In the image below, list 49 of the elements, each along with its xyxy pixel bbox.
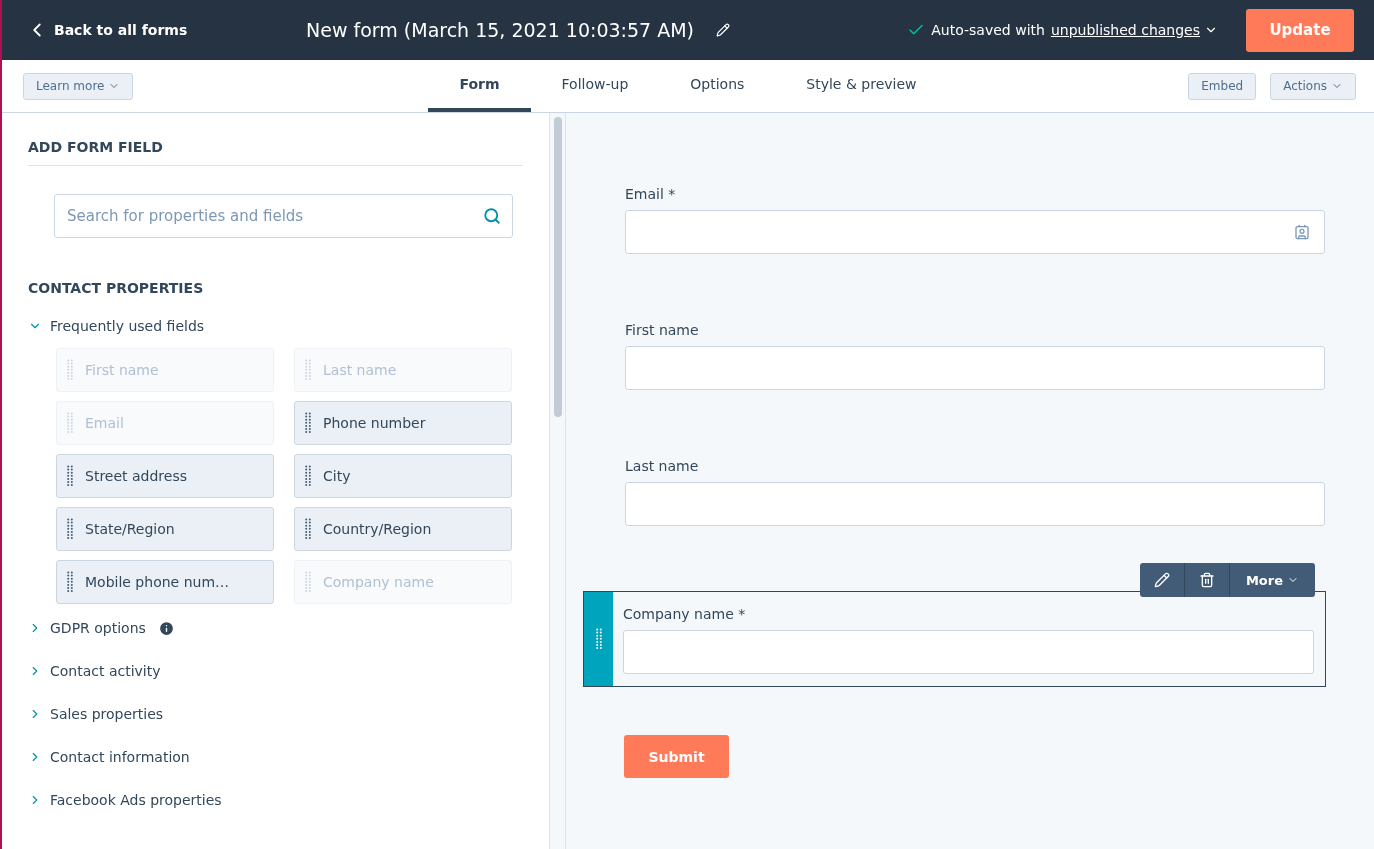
drag-handle-icon[interactable] [305,518,311,540]
scrollbar-thumb[interactable] [554,117,562,417]
section-heading: CONTACT PROPERTIES [28,280,205,296]
input-field[interactable] [625,482,1325,526]
input-field[interactable] [625,346,1325,390]
drag-dots-icon[interactable] [595,628,602,650]
field-label: Last name [625,458,700,474]
drag-handle-icon[interactable] [67,465,73,487]
property-chip[interactable]: Country/Region [294,507,512,551]
save-status: Auto-saved with [931,22,1045,38]
drag-handle-icon[interactable] [305,412,311,434]
learn-more-button[interactable]: Learn more [23,72,134,100]
field-label: Company name * [623,606,747,622]
unpublished-changes-link[interactable]: unpublished changes [1050,22,1218,38]
back-link[interactable]: Back to all forms [26,19,306,41]
drag-handle-icon[interactable] [305,465,311,487]
field-label: Email * [625,186,677,202]
trash-icon [1198,572,1215,588]
search-icon[interactable] [483,207,501,225]
drag-handle[interactable] [584,592,613,686]
field-label: First name [625,322,700,338]
drag-handle-icon[interactable] [67,518,73,540]
form-title: New form (March 15, 2021 10:03:57 AM) [306,19,694,41]
property-chip[interactable]: Mobile phone num… [56,560,274,604]
tab[interactable]: Style & preview [775,60,948,112]
input-field[interactable] [625,210,1325,254]
search-field[interactable]: Search for properties and fields [54,194,513,238]
section-heading: ADD FORM FIELD [28,139,523,166]
property-group[interactable]: Contact activity [28,657,523,685]
property-group[interactable]: Facebook Ads properties [28,786,523,814]
input-field[interactable] [623,630,1314,674]
property-group[interactable]: Contact information [28,743,523,771]
property-chip[interactable]: City [294,454,512,498]
embed-button[interactable]: Embed [1188,72,1257,100]
property-chip[interactable]: Phone number [294,401,512,445]
property-chip[interactable]: State/Region [56,507,274,551]
actions-button[interactable]: Actions [1270,72,1356,100]
property-group[interactable]: Frequently used fields [28,312,523,340]
property-group[interactable]: GDPR options [28,614,523,642]
tab[interactable]: Follow-up [530,60,660,112]
tab[interactable]: Options [659,60,776,112]
edit-icon[interactable] [716,23,730,37]
property-group[interactable]: Sales properties [28,700,523,728]
contact-card-icon[interactable] [1294,224,1310,240]
drag-handle-icon[interactable] [67,571,73,593]
pencil-icon [1153,572,1170,588]
info-icon[interactable] [157,619,175,637]
property-chip[interactable]: Street address [56,454,274,498]
selected-form-field[interactable]: Company name * [583,591,1326,687]
